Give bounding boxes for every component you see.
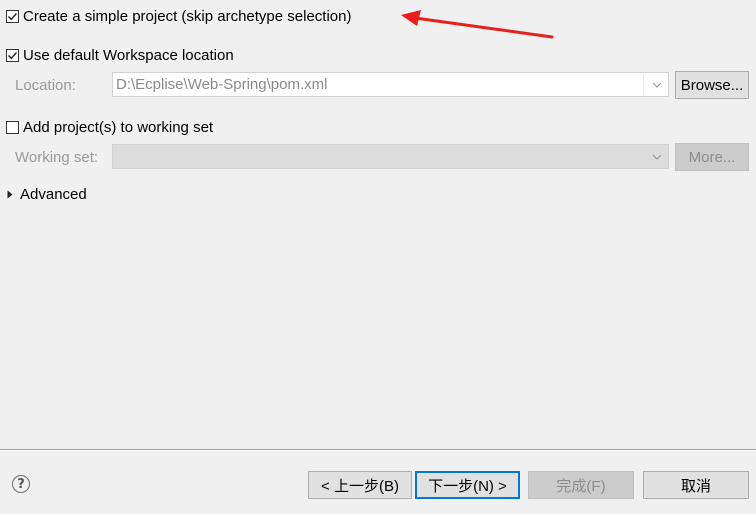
checkmark-icon	[8, 13, 18, 21]
checkmark-icon	[8, 52, 18, 60]
finish-button[interactable]: 完成(F)	[528, 471, 634, 499]
default-workspace-checkbox[interactable]	[6, 49, 19, 62]
back-button[interactable]: < 上一步(B)	[308, 471, 412, 499]
next-button[interactable]: 下一步(N) >	[415, 471, 520, 499]
browse-button[interactable]: Browse...	[675, 71, 749, 99]
more-button[interactable]: More...	[675, 143, 749, 171]
working-set-check-row[interactable]: Add project(s) to working set	[6, 119, 213, 136]
default-workspace-label: Use default Workspace location	[23, 47, 234, 64]
simple-project-row[interactable]: Create a simple project (skip archetype …	[6, 8, 351, 25]
advanced-label: Advanced	[20, 186, 87, 203]
chevron-right-icon	[7, 190, 13, 199]
working-set-check-label: Add project(s) to working set	[23, 119, 214, 136]
default-workspace-row[interactable]: Use default Workspace location	[6, 47, 234, 64]
location-value: D:\Ecplise\Web-Spring\pom.xml	[116, 76, 328, 93]
working-set-label: Working set:	[15, 149, 99, 166]
location-label: Location:	[15, 77, 76, 94]
advanced-toggle[interactable]: Advanced	[7, 186, 87, 203]
working-set-combo[interactable]	[112, 144, 669, 169]
simple-project-label: Create a simple project (skip archetype …	[23, 8, 352, 25]
chevron-down-icon[interactable]	[646, 73, 668, 96]
simple-project-checkbox[interactable]	[6, 10, 19, 23]
working-set-checkbox[interactable]	[6, 121, 19, 134]
help-icon[interactable]: ?	[12, 475, 30, 493]
chevron-down-icon[interactable]	[646, 145, 668, 168]
annotation-arrow	[401, 10, 554, 39]
cancel-button[interactable]: 取消	[643, 471, 749, 499]
location-combo[interactable]: D:\Ecplise\Web-Spring\pom.xml	[112, 72, 669, 97]
